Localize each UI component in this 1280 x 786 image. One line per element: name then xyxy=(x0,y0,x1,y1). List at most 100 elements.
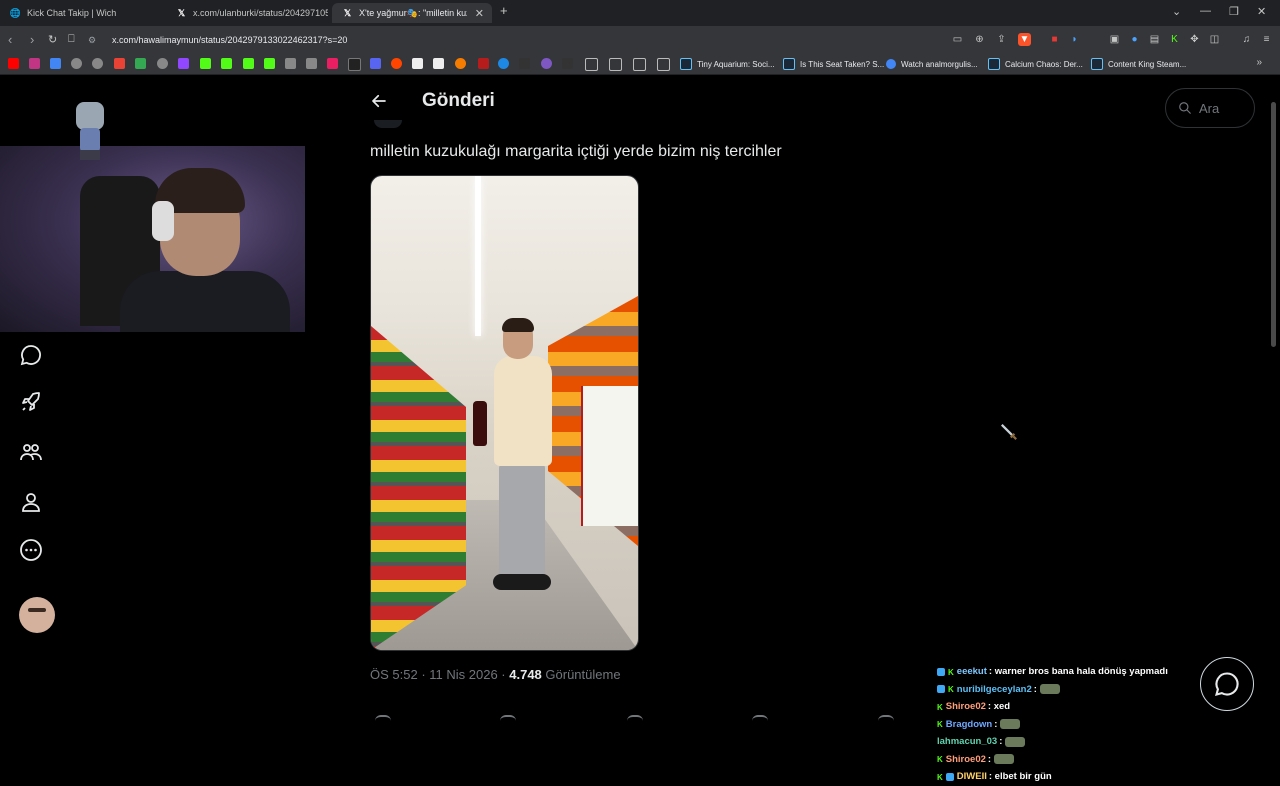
media-icon[interactable]: ♫ xyxy=(1240,33,1253,46)
back-icon[interactable]: ‹ xyxy=(8,32,12,47)
x-logo-icon[interactable] xyxy=(348,58,361,71)
maximize-icon[interactable]: ❐ xyxy=(1229,5,1239,18)
globe-icon[interactable] xyxy=(92,58,103,69)
kick-icon[interactable] xyxy=(243,58,254,69)
gmail-icon[interactable] xyxy=(114,58,125,69)
chat-username[interactable]: Shiroe02 xyxy=(946,701,986,712)
kick-icon[interactable] xyxy=(221,58,232,69)
cast-icon[interactable]: ▭ xyxy=(951,33,964,46)
profile-icon[interactable] xyxy=(19,490,43,514)
reply-icon[interactable] xyxy=(375,715,391,721)
folder-icon[interactable] xyxy=(585,58,598,71)
kick-icon[interactable] xyxy=(264,58,275,69)
account-avatar[interactable] xyxy=(19,597,55,633)
bookmark-watch[interactable]: Watch analmorgulis... xyxy=(886,57,978,71)
rocket-icon[interactable] xyxy=(19,390,43,414)
communities-icon[interactable] xyxy=(19,440,43,464)
kick-icon[interactable] xyxy=(200,58,211,69)
search-input[interactable]: Ara xyxy=(1165,88,1255,128)
bookmark-icon[interactable] xyxy=(50,58,61,69)
bookmark-icon[interactable]: ⎕ xyxy=(68,33,75,46)
bookmark-icon[interactable] xyxy=(541,58,552,69)
share-icon[interactable]: ⇪ xyxy=(995,33,1008,46)
drive-icon[interactable] xyxy=(135,58,146,69)
tab-active-post[interactable]: 𝕏 X'te yağmur🎭: "milletin kuzu ✕ xyxy=(332,3,492,23)
youtube-icon[interactable] xyxy=(8,58,19,69)
bookmarks-bar: Tiny Aquarium: Soci... Is This Seat Take… xyxy=(0,54,1280,75)
extension-icon[interactable]: ● xyxy=(1128,33,1141,46)
bookmark-icon[interactable] xyxy=(306,58,317,69)
folder-icon[interactable] xyxy=(633,58,646,71)
bookmark-icon[interactable] xyxy=(519,58,530,69)
close-tab-icon[interactable]: ✕ xyxy=(475,7,484,20)
folder-icon[interactable] xyxy=(657,58,670,71)
reddit-icon[interactable] xyxy=(391,58,402,69)
instagram-icon[interactable] xyxy=(29,58,40,69)
sidebar-icon[interactable]: ◫ xyxy=(1208,33,1221,46)
bookmark-tiny-aquarium[interactable]: Tiny Aquarium: Soci... xyxy=(680,57,775,71)
chat-message: Keeekut: warner bros bana hala dönüş yap… xyxy=(937,663,1177,681)
bookmark-post-icon[interactable] xyxy=(752,715,768,721)
menu-icon[interactable]: ≡ xyxy=(1260,33,1273,46)
post-video[interactable] xyxy=(370,175,639,651)
zoom-icon[interactable]: ⊕ xyxy=(973,33,986,46)
minimize-icon[interactable]: — xyxy=(1200,5,1211,17)
extensions-puzzle-icon[interactable]: ✥ xyxy=(1188,33,1201,46)
chat-username[interactable]: Bragdown xyxy=(946,719,992,730)
author-avatar[interactable] xyxy=(374,120,402,128)
extension-icon[interactable]: ■ xyxy=(1048,33,1061,46)
brave-shield-icon[interactable]: ▼ xyxy=(1018,33,1031,46)
amazon-icon[interactable] xyxy=(433,58,444,69)
tab-search-icon[interactable]: ⌄ xyxy=(1172,5,1181,18)
extension-icon[interactable]: ▤ xyxy=(1148,33,1161,46)
bookmark-icon[interactable] xyxy=(412,58,423,69)
chat-username[interactable]: nuribilgeceylan2 xyxy=(957,684,1032,695)
more-icon[interactable] xyxy=(19,538,43,562)
site-info-icon[interactable]: ⚙ xyxy=(88,35,100,46)
chat-message: lahmacun_03 : xyxy=(937,733,1177,751)
kick-extension-icon[interactable]: K xyxy=(1168,33,1181,46)
chat-username[interactable]: Shiroe02 xyxy=(946,754,986,765)
globe-icon[interactable] xyxy=(71,58,82,69)
repost-icon[interactable] xyxy=(500,715,516,721)
twitch-icon[interactable] xyxy=(178,58,189,69)
bookmark-calcium-chaos[interactable]: Calcium Chaos: Der... xyxy=(988,57,1083,71)
bookmark-icon[interactable] xyxy=(327,58,338,69)
post-date[interactable]: 11 Nis 2026 xyxy=(429,667,497,682)
back-arrow-icon[interactable] xyxy=(370,92,388,110)
page-scrollbar[interactable] xyxy=(1271,102,1276,347)
chat-username[interactable]: eeekut xyxy=(957,666,987,677)
folder-icon[interactable] xyxy=(609,58,622,71)
chat-username[interactable]: lahmacun_03 xyxy=(937,736,997,747)
bookmark-label: Tiny Aquarium: Soci... xyxy=(697,59,775,69)
bookmark-icon[interactable] xyxy=(498,58,509,69)
extension-icon[interactable]: ◗ xyxy=(1068,33,1081,46)
tab-kick-chat[interactable]: 🌐 Kick Chat Takip | Wich xyxy=(0,3,165,23)
more-bookmarks-button[interactable]: » xyxy=(1256,57,1262,68)
discord-icon[interactable] xyxy=(370,58,381,69)
new-tab-button[interactable]: + xyxy=(500,3,508,18)
reload-icon[interactable]: ↻ xyxy=(48,33,57,46)
person-hair xyxy=(502,318,534,332)
messages-fab[interactable] xyxy=(1200,657,1254,711)
close-window-icon[interactable]: ✕ xyxy=(1257,5,1266,18)
anchor-icon[interactable] xyxy=(285,58,296,69)
bookmark-seat-taken[interactable]: Is This Seat Taken? S... xyxy=(783,57,884,71)
address-bar[interactable]: ⚙ x.com/hawalimaymun/status/204297913302… xyxy=(88,31,938,49)
share-post-icon[interactable] xyxy=(878,715,894,721)
bookmark-icon[interactable] xyxy=(562,58,573,69)
extension-icon[interactable]: ▣ xyxy=(1108,33,1121,46)
chat-username[interactable]: DIWEII xyxy=(957,771,987,782)
tab-ulanburki[interactable]: 𝕏 x.com/ulanburki/status/20429710511 xyxy=(166,3,331,23)
chat-line-cut xyxy=(937,655,1177,663)
globe-icon[interactable] xyxy=(157,58,168,69)
like-icon[interactable] xyxy=(627,715,643,721)
post-time[interactable]: ÖS 5:52 xyxy=(370,667,418,682)
chat-text: : elbet bir gün xyxy=(988,771,1052,783)
messages-icon[interactable] xyxy=(19,343,43,367)
forward-icon[interactable]: › xyxy=(30,32,34,47)
bookmark-icon[interactable] xyxy=(478,58,489,69)
bookmark-content-king[interactable]: Content King Steam... xyxy=(1091,57,1186,71)
bookmark-icon[interactable] xyxy=(455,58,466,69)
tab-label: X'te yağmur🎭: "milletin kuzu xyxy=(359,7,467,18)
